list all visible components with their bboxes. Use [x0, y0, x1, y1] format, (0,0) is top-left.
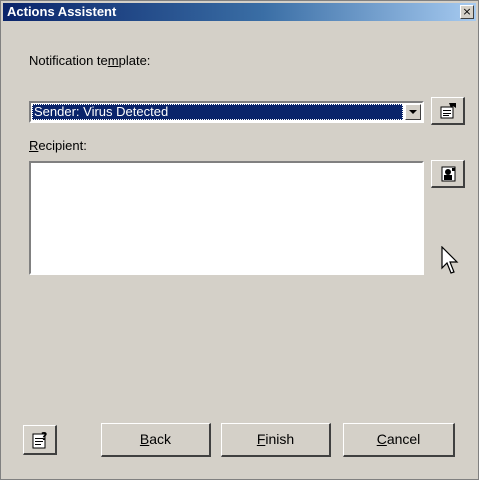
help-icon: ?	[32, 430, 47, 449]
notification-template-label-mnemonic: m	[107, 53, 119, 68]
svg-text:?: ?	[41, 430, 47, 443]
recipient-field[interactable]	[29, 161, 424, 275]
actions-assistent-dialog: Actions Assistent × Notification templat…	[0, 0, 479, 480]
template-properties-button[interactable]	[431, 97, 465, 125]
recipient-label: Recipient:	[29, 138, 87, 153]
cancel-button-mnemonic: C	[376, 431, 387, 447]
cancel-button-label: ancel	[386, 431, 421, 447]
close-button[interactable]: ×	[460, 5, 474, 19]
recipient-address-book-button[interactable]	[431, 160, 465, 188]
recipient-label-part: ecipient:	[38, 138, 87, 153]
window-title: Actions Assistent	[7, 4, 117, 19]
address-book-icon	[441, 166, 456, 182]
notification-template-label-part: Notification te	[29, 53, 108, 68]
notification-template-dropdown[interactable]: Sender: Virus Detected	[29, 101, 424, 123]
title-bar[interactable]: Actions Assistent	[3, 3, 476, 21]
back-button-mnemonic: B	[139, 431, 150, 447]
cancel-button[interactable]: Cancel	[343, 423, 455, 457]
mouse-pointer-icon	[441, 246, 459, 274]
recipient-label-mnemonic: R	[29, 138, 39, 153]
notification-template-label: Notification template:	[29, 53, 150, 68]
back-button-label: ack	[149, 431, 172, 447]
finish-button[interactable]: Finish	[221, 423, 331, 457]
back-button[interactable]: Back	[101, 423, 211, 457]
notification-template-label-part: plate:	[118, 53, 151, 68]
help-button[interactable]: ?	[23, 425, 57, 455]
notification-template-value: Sender: Virus Detected	[32, 104, 403, 120]
dropdown-arrow-button[interactable]	[405, 104, 421, 120]
properties-icon	[440, 103, 456, 119]
finish-button-label: inish	[265, 431, 295, 447]
